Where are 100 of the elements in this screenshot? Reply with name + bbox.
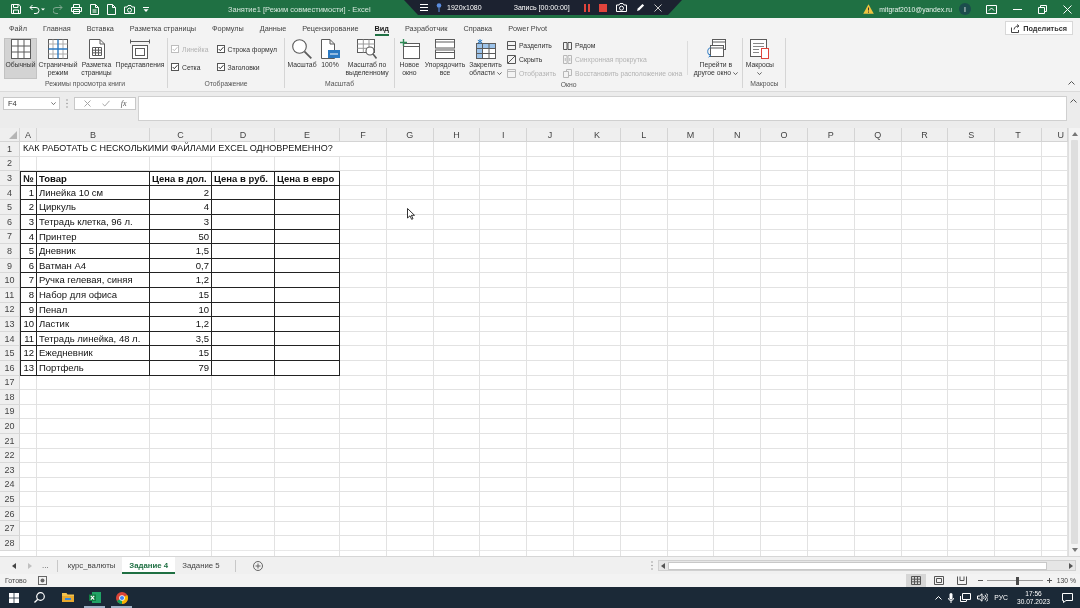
table-cell: 10 xyxy=(20,317,37,332)
row-header[interactable]: 18 xyxy=(0,390,20,405)
pen-icon[interactable] xyxy=(636,3,645,12)
scroll-up-icon[interactable] xyxy=(1071,132,1078,136)
column-header[interactable]: U xyxy=(1041,128,1068,142)
pause-icon[interactable] xyxy=(584,3,590,12)
chevron-up-icon[interactable] xyxy=(1070,99,1077,103)
previous-sheet-icon[interactable] xyxy=(12,562,16,569)
column-header[interactable]: O xyxy=(761,128,808,142)
folder-icon[interactable] xyxy=(61,592,74,602)
document-icon[interactable] xyxy=(90,3,99,15)
spreadsheet-icon[interactable] xyxy=(88,592,101,603)
check-icon[interactable] xyxy=(101,100,110,107)
column-header[interactable]: F xyxy=(340,128,387,142)
column-header[interactable]: K xyxy=(574,128,621,142)
row-header[interactable]: 13 xyxy=(0,317,20,332)
pin-icon[interactable] xyxy=(436,3,442,12)
share-icon xyxy=(1011,23,1021,33)
slider-thumb[interactable] xyxy=(1016,576,1019,585)
camera-icon[interactable] xyxy=(616,3,627,12)
column-header[interactable]: R xyxy=(901,128,949,142)
column-header[interactable]: M xyxy=(667,128,715,142)
column-header[interactable]: E xyxy=(275,128,340,142)
scroll-right-icon[interactable] xyxy=(1069,562,1073,569)
table-cell xyxy=(212,346,275,361)
column-header[interactable]: Q xyxy=(854,128,902,142)
checkbox[interactable] xyxy=(171,63,179,71)
view-button[interactable] xyxy=(905,574,926,587)
table-cell xyxy=(212,244,275,259)
column-header[interactable]: P xyxy=(807,128,855,142)
row-header[interactable]: 20 xyxy=(0,419,20,434)
split-window-icon xyxy=(507,40,516,50)
microphone-icon[interactable] xyxy=(948,592,955,603)
column-header[interactable]: J xyxy=(527,128,574,142)
minimize-icon[interactable] xyxy=(1013,8,1022,10)
camera-icon[interactable] xyxy=(124,4,135,14)
windows-logo-icon[interactable] xyxy=(9,592,19,603)
close-icon[interactable] xyxy=(654,3,662,12)
column-header[interactable]: B xyxy=(37,128,150,142)
table-header-cell: Цена в евро xyxy=(275,171,340,186)
network-icon[interactable] xyxy=(960,593,972,602)
menu-icon[interactable] xyxy=(420,4,428,11)
table-cell xyxy=(275,244,340,259)
table-cell: 7 xyxy=(20,273,37,288)
table-cell: 2 xyxy=(20,200,37,215)
row-header[interactable]: 5 xyxy=(0,200,20,215)
scroll-left-icon[interactable] xyxy=(661,562,665,569)
ribbon-display-icon[interactable] xyxy=(986,4,997,14)
row-header[interactable]: 10 xyxy=(0,273,20,288)
customize-caret-icon[interactable] xyxy=(143,6,149,12)
scroll-down-icon[interactable] xyxy=(1071,548,1078,552)
table-header-cell: Цена в дол. xyxy=(150,171,212,186)
circle-logo-icon[interactable] xyxy=(115,592,128,604)
search-icon[interactable] xyxy=(34,592,45,603)
restore-icon[interactable] xyxy=(1038,4,1047,14)
stop-icon[interactable] xyxy=(599,3,607,12)
column-header[interactable]: G xyxy=(386,128,434,142)
row-header[interactable]: 1 xyxy=(0,142,20,157)
row-header[interactable]: 23 xyxy=(0,463,20,478)
table-cell: Циркуль xyxy=(37,200,150,215)
column-header[interactable]: H xyxy=(433,128,481,142)
column-header[interactable]: A xyxy=(20,128,37,142)
normal-view-icon xyxy=(910,576,921,585)
table-cell xyxy=(212,317,275,332)
column-header[interactable]: L xyxy=(620,128,668,142)
table-cell: Ежедневник xyxy=(37,346,150,361)
column-header[interactable]: N xyxy=(714,128,762,142)
column-header[interactable]: C xyxy=(150,128,212,142)
row-header[interactable]: 22 xyxy=(0,448,20,464)
add-sheet-icon[interactable] xyxy=(252,560,263,571)
undo-icon[interactable] xyxy=(29,4,45,14)
macro-record-icon[interactable] xyxy=(37,576,47,585)
row-header[interactable]: 15 xyxy=(0,346,20,361)
insert-function-button[interactable]: fx xyxy=(120,99,127,108)
collapse-ribbon-icon[interactable] xyxy=(1068,81,1075,85)
printer-icon[interactable] xyxy=(71,4,82,14)
checkbox[interactable] xyxy=(216,45,225,53)
blank-document-icon[interactable] xyxy=(107,3,116,15)
table-cell xyxy=(212,273,275,288)
more-sheets-button[interactable]: ... xyxy=(42,561,49,570)
column-header[interactable]: D xyxy=(212,128,275,142)
row-header[interactable]: 27 xyxy=(0,521,20,537)
formula-input[interactable] xyxy=(138,96,1067,121)
scrollbar-thumb[interactable] xyxy=(668,561,1047,570)
zoom-in-icon[interactable] xyxy=(1046,578,1052,583)
row-header[interactable]: 8 xyxy=(0,244,20,259)
save-icon[interactable] xyxy=(11,4,21,14)
row-header[interactable]: 28 xyxy=(0,536,20,551)
column-header[interactable]: S xyxy=(948,128,996,142)
speaker-icon[interactable] xyxy=(977,593,989,602)
checkbox[interactable] xyxy=(216,63,225,71)
table-cell xyxy=(212,200,275,215)
column-header[interactable]: T xyxy=(995,128,1042,142)
warning-icon[interactable] xyxy=(863,4,875,14)
column-header[interactable]: I xyxy=(480,128,528,142)
table-cell xyxy=(275,273,340,288)
row-header[interactable]: 3 xyxy=(0,171,20,186)
row-header[interactable]: 25 xyxy=(0,492,20,507)
page-break-view-icon xyxy=(956,576,967,585)
message-icon[interactable] xyxy=(1062,592,1073,603)
